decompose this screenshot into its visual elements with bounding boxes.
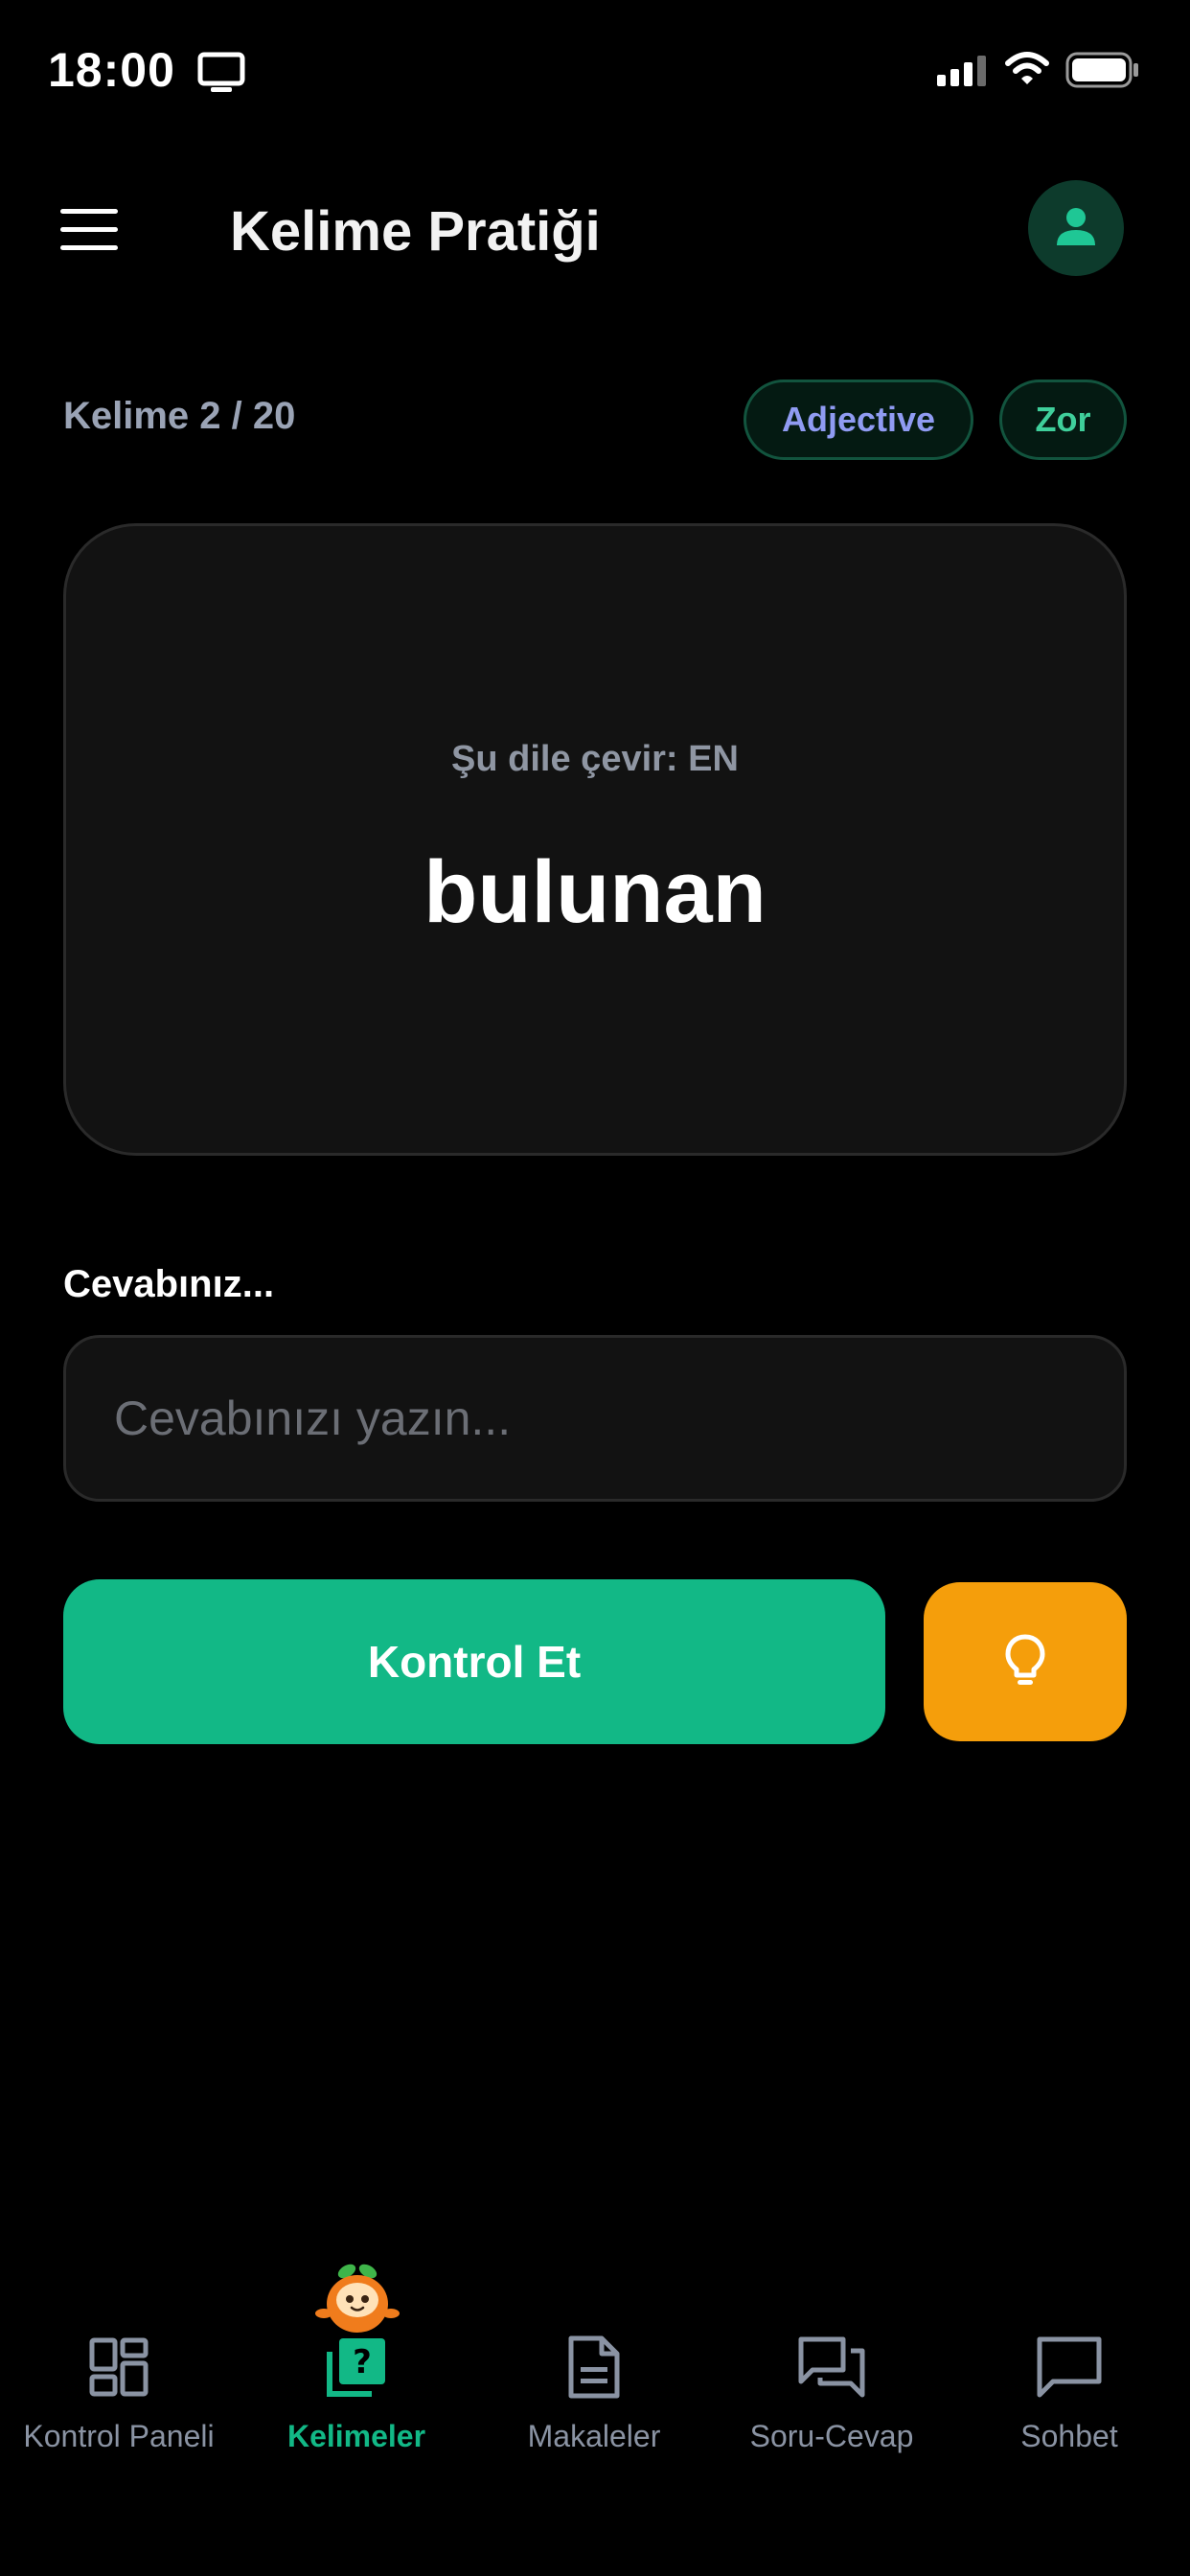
status-bar: 18:00 xyxy=(0,0,1190,144)
battery-icon xyxy=(1065,52,1140,93)
nav-item-makaleler[interactable]: Makaleler xyxy=(475,2329,713,2472)
word-type-badge: Adjective xyxy=(744,380,973,460)
nav-label: Kontrol Paneli xyxy=(23,2419,215,2453)
cellular-signal-icon xyxy=(937,54,991,91)
chat-icon xyxy=(1036,2329,1103,2405)
dashboard-icon xyxy=(88,2329,149,2405)
nav-label: Sohbet xyxy=(1020,2419,1118,2453)
monitor-icon xyxy=(197,52,245,99)
menu-button[interactable] xyxy=(57,201,121,259)
wifi-icon xyxy=(1004,50,1050,91)
nav-item-sohbet[interactable]: Sohbet xyxy=(950,2329,1188,2472)
person-icon xyxy=(1055,205,1097,252)
screen: 18:00 Kelime Pratiği Kelime 2 / 20 Adjec… xyxy=(0,0,1190,2576)
profile-button[interactable] xyxy=(1028,180,1124,276)
svg-text:?: ? xyxy=(353,2343,372,2381)
vocabulary-quiz-icon: ? xyxy=(324,2329,389,2405)
answer-input[interactable] xyxy=(63,1335,1127,1502)
word-card: Şu dile çevir: EN bulunan xyxy=(63,523,1127,1156)
nav-item-soru-cevap[interactable]: Soru-Cevap xyxy=(713,2329,950,2472)
target-word: bulunan xyxy=(423,843,767,941)
nav-item-kelimeler[interactable]: ? Kelimeler xyxy=(238,2329,475,2472)
bottom-nav: Kontrol Paneli ? Kelimeler Makaleler Sor… xyxy=(0,2300,1190,2576)
word-counter: Kelime 2 / 20 xyxy=(63,395,296,437)
translate-instruction: Şu dile çevir: EN xyxy=(451,739,739,779)
forum-icon xyxy=(797,2329,866,2405)
lightbulb-icon xyxy=(1004,1633,1046,1691)
document-icon xyxy=(565,2329,623,2405)
check-button[interactable]: Kontrol Et xyxy=(63,1579,885,1744)
nav-label: Soru-Cevap xyxy=(749,2419,914,2453)
hint-button[interactable] xyxy=(924,1582,1127,1741)
nav-label: Makaleler xyxy=(527,2419,661,2453)
status-time: 18:00 xyxy=(48,43,175,97)
nav-label: Kelimeler xyxy=(286,2419,426,2453)
page-title: Kelime Pratiği xyxy=(230,200,601,263)
hamburger-menu-icon xyxy=(57,209,121,263)
nav-item-kontrol-paneli[interactable]: Kontrol Paneli xyxy=(0,2329,238,2472)
answer-label: Cevabınız... xyxy=(63,1263,275,1305)
difficulty-badge: Zor xyxy=(999,380,1127,460)
